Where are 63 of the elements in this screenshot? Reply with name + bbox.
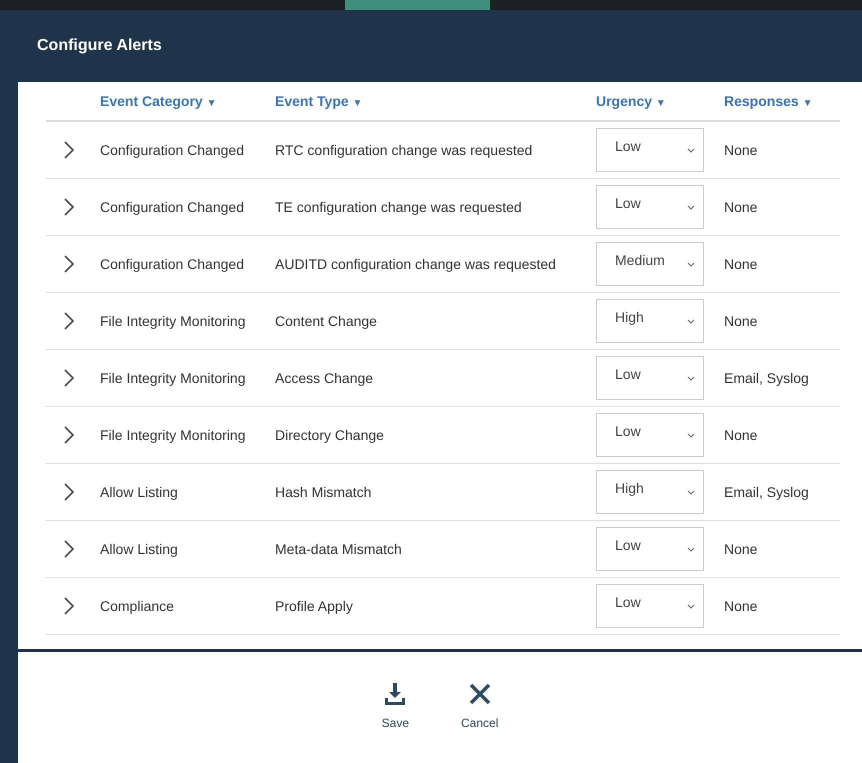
column-header[interactable]: Event Type ▼	[275, 93, 596, 109]
chevron-down-icon	[687, 148, 695, 153]
chevron-down-icon	[687, 547, 695, 552]
cancel-button[interactable]: Cancel	[461, 682, 498, 736]
responses-cell-text: None	[724, 541, 758, 557]
category-cell-text: Configuration Changed	[100, 142, 245, 158]
urgency-dropdown[interactable]: Low	[596, 413, 704, 457]
chevron-icon[interactable]	[64, 426, 74, 444]
event-type-cell-text: Access Change	[275, 370, 374, 386]
chevron-down-icon	[687, 319, 695, 324]
category-cell-text: Configuration Changed	[100, 256, 245, 272]
responses-cell-text: None	[724, 256, 758, 272]
urgency-dropdown[interactable]: Low	[596, 185, 704, 229]
responses-cell-text: None	[724, 142, 758, 158]
urgency-dropdown[interactable]: Low	[596, 356, 704, 400]
event-type-cell-text: Hash Mismatch	[275, 484, 372, 500]
chevron-icon[interactable]	[64, 312, 74, 330]
event-type-cell-text: Directory Change	[275, 427, 385, 443]
urgency-dropdown[interactable]: High	[596, 299, 704, 343]
chevron-down-icon	[687, 433, 695, 438]
category-cell-text: File Integrity Monitoring	[100, 427, 247, 443]
urgency-dropdown[interactable]: High	[596, 470, 704, 514]
close-icon	[468, 682, 492, 706]
responses-cell-text: None	[724, 427, 758, 443]
responses-cell-text: None	[724, 199, 758, 215]
category-cell-text: File Integrity Monitoring	[100, 370, 247, 386]
chevron-icon[interactable]	[64, 369, 74, 387]
chevron-down-icon	[687, 376, 695, 381]
column-header[interactable]: Event Category ▼	[100, 93, 275, 109]
chevron-icon[interactable]	[64, 483, 74, 501]
chevron-icon[interactable]	[64, 597, 74, 615]
event-type-cell-text: Profile Apply	[275, 598, 354, 614]
urgency-dropdown[interactable]: Medium	[596, 242, 704, 286]
dialog-title: Configure Alerts	[37, 37, 162, 55]
chevron-down-icon	[687, 604, 695, 609]
category-cell-text: Allow Listing	[100, 541, 179, 557]
urgency-dropdown[interactable]: Low	[596, 584, 704, 628]
event-type-cell-text: TE configuration change was requested	[275, 199, 523, 215]
responses-cell-text: Email, Syslog	[724, 484, 810, 500]
responses-cell-text: None	[724, 598, 758, 614]
chevron-icon[interactable]	[64, 141, 74, 159]
chevron-icon[interactable]	[64, 540, 74, 558]
download-icon	[383, 682, 408, 706]
category-cell-text: Configuration Changed	[100, 199, 245, 215]
event-type-cell-text: AUDITD configuration change was requested	[275, 256, 557, 272]
save-button[interactable]: Save	[382, 682, 409, 736]
responses-cell-text: Email, Syslog	[724, 370, 810, 386]
chevron-down-icon	[687, 262, 695, 267]
chevron-icon[interactable]	[64, 198, 74, 216]
event-type-cell-text: Content Change	[275, 313, 378, 329]
event-type-cell-text: RTC configuration change was requested	[275, 142, 534, 158]
category-cell-text: Compliance	[100, 598, 175, 614]
chevron-down-icon	[687, 205, 695, 210]
category-cell-text: Allow Listing	[100, 484, 179, 500]
urgency-dropdown[interactable]: Low	[596, 128, 704, 172]
column-header[interactable]: Urgency ▼	[596, 93, 724, 109]
column-header[interactable]: Responses ▼	[724, 93, 840, 109]
event-type-cell-text: Meta-data Mismatch	[275, 541, 403, 557]
category-cell-text: File Integrity Monitoring	[100, 313, 247, 329]
urgency-dropdown[interactable]: Low	[596, 527, 704, 571]
chevron-icon[interactable]	[64, 255, 74, 273]
chevron-down-icon	[687, 490, 695, 495]
responses-cell-text: None	[724, 313, 758, 329]
